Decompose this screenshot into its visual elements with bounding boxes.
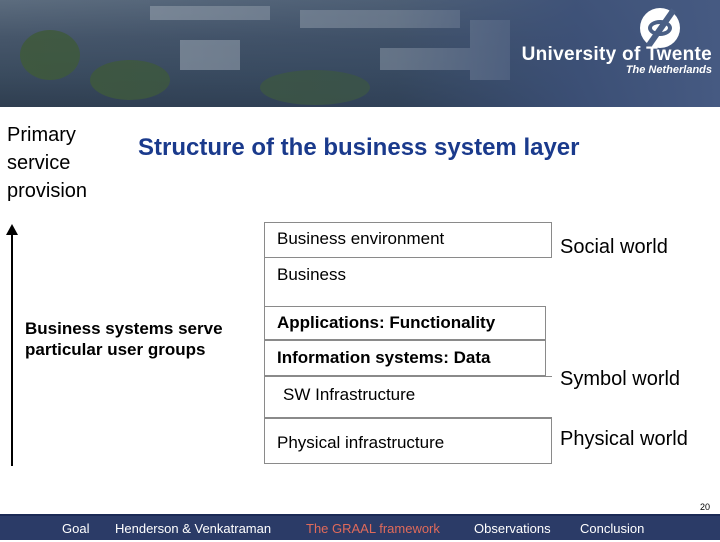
label-sw-infrastructure: SW Infrastructure	[283, 385, 416, 404]
footer-item-observations[interactable]: Observations	[474, 521, 551, 536]
label-applications: Applications: Functionality	[277, 313, 496, 332]
label-business: Business	[277, 265, 346, 284]
footer-item-graal-framework[interactable]: The GRAAL framework	[306, 521, 440, 536]
vertical-axis-line	[11, 233, 13, 466]
footer-nav: Goal Henderson & Venkatraman The GRAAL f…	[0, 514, 720, 542]
label-information-systems: Information systems: Data	[277, 348, 491, 367]
label-physical-infrastructure: Physical infrastructure	[277, 433, 445, 452]
primary-service-label: Primary service provision	[7, 124, 88, 202]
university-name: University of Twente	[521, 44, 712, 65]
slide-title: Structure of the business system layer	[138, 134, 580, 161]
header-banner: University of Twente The Netherlands	[0, 0, 720, 107]
university-logo-icon	[640, 8, 680, 48]
label-business-environment: Business environment	[277, 229, 445, 248]
footer-item-conclusion[interactable]: Conclusion	[580, 521, 644, 536]
label-social-world: Social world	[560, 236, 668, 258]
label-physical-world: Physical world	[560, 428, 688, 450]
university-country: The Netherlands	[625, 64, 712, 76]
label-symbol-world: Symbol world	[560, 368, 681, 390]
annotation-user-groups: Business systems serve particular user g…	[25, 319, 223, 359]
footer-item-goal[interactable]: Goal	[62, 521, 89, 536]
footer-item-henderson-venkatraman[interactable]: Henderson & Venkatraman	[115, 521, 271, 536]
page-number: 20	[699, 502, 710, 512]
